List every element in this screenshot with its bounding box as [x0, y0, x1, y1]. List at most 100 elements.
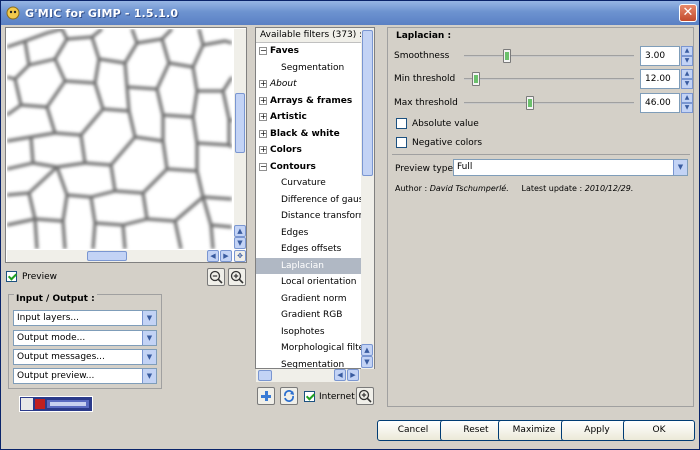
zoom-in-button[interactable] — [228, 268, 246, 286]
spin-up-icon[interactable]: ▲ — [681, 93, 693, 103]
filter-item[interactable]: Edges offsets — [256, 241, 374, 258]
filter-item[interactable]: Local orientation — [256, 274, 374, 291]
expand-icon[interactable]: + — [259, 129, 267, 138]
expand-icon[interactable]: + — [259, 96, 267, 105]
smoothness-row: Smoothness 3.00 ▲ ▼ — [394, 46, 693, 66]
filter-item[interactable]: Edges — [256, 225, 374, 242]
gmic-logo[interactable] — [19, 396, 93, 412]
expand-icon[interactable]: + — [259, 146, 267, 154]
preview-hscroll-thumb[interactable] — [87, 251, 127, 261]
min-threshold-spin-arrows[interactable]: ▲ ▼ — [681, 69, 693, 89]
filter-item-label: Local orientation — [281, 277, 357, 287]
output-preview-dropdown[interactable]: Output preview... ▼ — [13, 368, 157, 384]
preview-horizontal-scrollbar[interactable] — [7, 250, 207, 262]
smoothness-input[interactable]: 3.00 — [640, 46, 680, 66]
collapse-icon[interactable]: − — [259, 162, 267, 171]
add-fave-button[interactable] — [257, 387, 275, 405]
filter-item[interactable]: Difference of gaussi — [256, 192, 374, 209]
collapse-icon[interactable]: − — [259, 47, 267, 55]
filter-item-label: Difference of gaussi — [281, 194, 371, 205]
search-icon — [358, 389, 372, 403]
filter-item[interactable]: Curvature — [256, 175, 374, 192]
preview-vertical-scrollbar[interactable]: ▲ ▼ — [234, 29, 246, 249]
smoothness-spin-arrows[interactable]: ▲ ▼ — [681, 46, 693, 66]
preview-vscroll-thumb[interactable] — [235, 93, 245, 153]
expand-icon[interactable]: + — [259, 113, 267, 121]
max-threshold-input[interactable]: 46.00 — [640, 93, 680, 113]
filter-category[interactable]: − Contours — [256, 159, 374, 176]
preview-type-dropdown[interactable]: Full ▼ — [453, 159, 688, 176]
spin-down-icon[interactable]: ▼ — [681, 56, 693, 66]
filter-tree[interactable]: Available filters (373) : − Faves Segmenta… — [255, 27, 375, 369]
scroll-right-icon[interactable]: ▶ — [220, 250, 232, 262]
filter-category[interactable]: + Arrays & frames — [256, 93, 374, 110]
filter-category[interactable]: + Colors — [256, 142, 374, 159]
spin-up-icon[interactable]: ▲ — [681, 69, 693, 79]
maximize-button[interactable]: Maximize — [498, 420, 570, 441]
move-icon[interactable]: ✥ — [234, 250, 246, 262]
ok-button[interactable]: OK — [623, 420, 695, 441]
filter-item[interactable]: Segmentation — [256, 60, 374, 77]
scroll-left-icon[interactable]: ◀ — [334, 369, 346, 381]
max-threshold-slider[interactable] — [464, 96, 634, 110]
spin-up-icon[interactable]: ▲ — [681, 46, 693, 56]
spin-down-icon[interactable]: ▼ — [681, 79, 693, 89]
negative-colors-label: Negative colors — [412, 137, 483, 148]
filter-item[interactable]: Gradient RGB — [256, 307, 374, 324]
internet-checkbox[interactable] — [304, 391, 315, 402]
filter-item[interactable]: Morphological filter — [256, 340, 374, 357]
negative-colors-toggle[interactable]: Negative colors — [396, 137, 482, 148]
scroll-up-icon[interactable]: ▲ — [361, 344, 373, 356]
filter-category[interactable]: + About — [256, 76, 374, 93]
smoothness-label: Smoothness — [394, 51, 450, 61]
min-threshold-input[interactable]: 12.00 — [640, 69, 680, 89]
filter-item-label: Colors — [270, 145, 302, 155]
negative-colors-checkbox[interactable] — [396, 137, 407, 148]
chevron-down-icon: ▼ — [142, 331, 156, 345]
input-layers-dropdown[interactable]: Input layers... ▼ — [13, 310, 157, 326]
filter-list-vertical-scrollbar[interactable]: ▲ ▼ — [361, 28, 374, 369]
close-icon[interactable]: ✕ — [679, 4, 697, 22]
expand-icon[interactable]: + — [259, 80, 267, 88]
max-threshold-spin-arrows[interactable]: ▲ ▼ — [681, 93, 693, 113]
filter-item[interactable]: Laplacian — [256, 257, 374, 274]
max-threshold-slider-handle[interactable] — [526, 96, 534, 110]
filter-item[interactable]: Isophotes — [256, 324, 374, 341]
smoothness-slider[interactable] — [464, 49, 634, 63]
scroll-up-icon[interactable]: ▲ — [234, 225, 246, 237]
scroll-left-icon[interactable]: ◀ — [207, 250, 219, 262]
refresh-button[interactable] — [280, 387, 298, 405]
filter-vscroll-thumb[interactable] — [362, 30, 373, 176]
search-filter-button[interactable] — [356, 387, 374, 405]
author-info: Author : David Tschumperlé. Latest updat… — [395, 184, 634, 193]
spin-down-icon[interactable]: ▼ — [681, 103, 693, 113]
filter-category[interactable]: + Black & white — [256, 126, 374, 143]
filter-category[interactable]: − Faves — [256, 43, 374, 60]
absolute-value-checkbox[interactable] — [396, 118, 407, 129]
filter-category[interactable]: + Artistic — [256, 109, 374, 126]
internet-toggle[interactable]: Internet — [304, 391, 355, 402]
filter-item[interactable]: Segmentation — [256, 357, 374, 369]
scroll-down-icon[interactable]: ▼ — [361, 356, 373, 368]
filter-item[interactable]: Distance transform — [256, 208, 374, 225]
zoom-out-button[interactable] — [207, 268, 225, 286]
smoothness-slider-handle[interactable] — [503, 49, 511, 63]
output-messages-dropdown[interactable]: Output messages... ▼ — [13, 349, 157, 365]
scroll-right-icon[interactable]: ▶ — [347, 369, 359, 381]
preview-checkbox[interactable] — [6, 271, 17, 282]
output-mode-dropdown[interactable]: Output mode... ▼ — [13, 330, 157, 346]
filter-item[interactable]: Gradient norm — [256, 291, 374, 308]
absolute-value-toggle[interactable]: Absolute value — [396, 118, 479, 129]
filter-list-header: Available filters (373) : — [256, 28, 374, 43]
filter-list-horizontal-scrollbar[interactable]: ◀ ▶ — [256, 369, 360, 382]
gmic-app-icon — [6, 6, 20, 20]
max-threshold-label: Max threshold — [394, 98, 458, 108]
min-threshold-slider[interactable] — [464, 72, 634, 86]
preview-toggle[interactable]: Preview — [6, 271, 57, 282]
filter-item-label: About — [270, 79, 297, 89]
scroll-down-icon[interactable]: ▼ — [234, 237, 246, 249]
filter-hscroll-thumb[interactable] — [258, 370, 272, 381]
min-threshold-slider-handle[interactable] — [472, 72, 480, 86]
cancel-button[interactable]: Cancel — [377, 420, 449, 441]
input-output-title: Input / Output : — [14, 294, 97, 304]
